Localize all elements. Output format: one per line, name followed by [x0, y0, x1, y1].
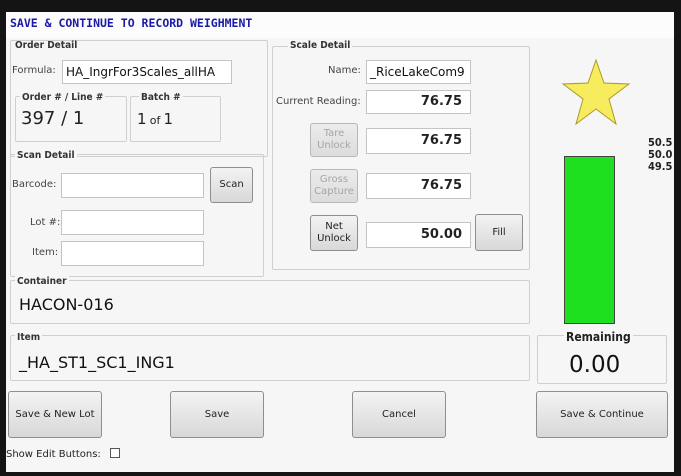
lot-input[interactable]: [61, 210, 204, 235]
show-edit-buttons-checkbox[interactable]: [110, 448, 120, 458]
gross-capture-button[interactable]: Gross Capture: [310, 169, 358, 203]
batch-of: of: [149, 114, 161, 127]
fill-button[interactable]: Fill: [475, 214, 523, 251]
item-label: Item:: [32, 247, 59, 258]
star-shape: [561, 58, 631, 126]
formula-label: Formula:: [12, 65, 56, 76]
item-value: _HA_ST1_SC1_ING1: [19, 353, 175, 372]
current-reading-field: 76.75: [366, 90, 471, 114]
net-unlock-button[interactable]: Net Unlock: [310, 215, 358, 251]
scale-name-field[interactable]: _RiceLakeCom9: [366, 60, 471, 84]
cancel-button[interactable]: Cancel: [352, 391, 446, 438]
scan-button[interactable]: Scan: [210, 167, 253, 203]
barcode-input[interactable]: [61, 173, 204, 198]
barcode-label: Barcode:: [12, 179, 57, 190]
fill-level-bar: [564, 156, 615, 324]
tare-unlock-button[interactable]: Tare Unlock: [310, 123, 358, 157]
batch-current: 1: [137, 110, 147, 128]
item-input[interactable]: [61, 241, 204, 266]
order-detail-label: Order Detail: [15, 40, 78, 51]
current-reading-label: Current Reading:: [276, 96, 361, 107]
tolerance-low-label: 49.5: [648, 160, 673, 173]
star-icon: [561, 58, 631, 126]
save-continue-button[interactable]: Save & Continue: [536, 391, 668, 438]
window-title: SAVE & CONTINUE TO RECORD WEIGHMENT: [6, 12, 674, 38]
scale-detail-label: Scale Detail: [288, 40, 353, 51]
remaining-label: Remaining: [564, 330, 633, 344]
batch-total: 1: [163, 110, 174, 128]
tare-field: 76.75: [366, 128, 471, 154]
gross-field: 76.75: [366, 173, 471, 199]
net-field: 50.00: [366, 222, 471, 248]
weighment-window: SAVE & CONTINUE TO RECORD WEIGHMENT Orde…: [6, 12, 674, 472]
container-label: Container: [15, 276, 69, 287]
scan-detail-label: Scan Detail: [15, 150, 77, 161]
formula-field[interactable]: HA_IngrFor3Scales_allHA: [62, 60, 232, 84]
order-line-label: Order # / Line #: [20, 92, 106, 103]
lot-label: Lot #:: [30, 217, 61, 228]
batch-value: 1 of 1: [137, 110, 173, 128]
save-button[interactable]: Save: [170, 391, 264, 438]
save-new-lot-button[interactable]: Save & New Lot: [8, 391, 102, 438]
container-value: HACON-016: [19, 295, 114, 314]
scale-name-label: Name:: [328, 65, 361, 76]
order-line-value: 397 / 1: [21, 108, 85, 129]
show-edit-buttons-label: Show Edit Buttons:: [6, 449, 101, 460]
remaining-value: 0.00: [569, 352, 621, 378]
batch-label: Batch #: [139, 92, 183, 103]
item-group-label: Item: [15, 332, 43, 343]
